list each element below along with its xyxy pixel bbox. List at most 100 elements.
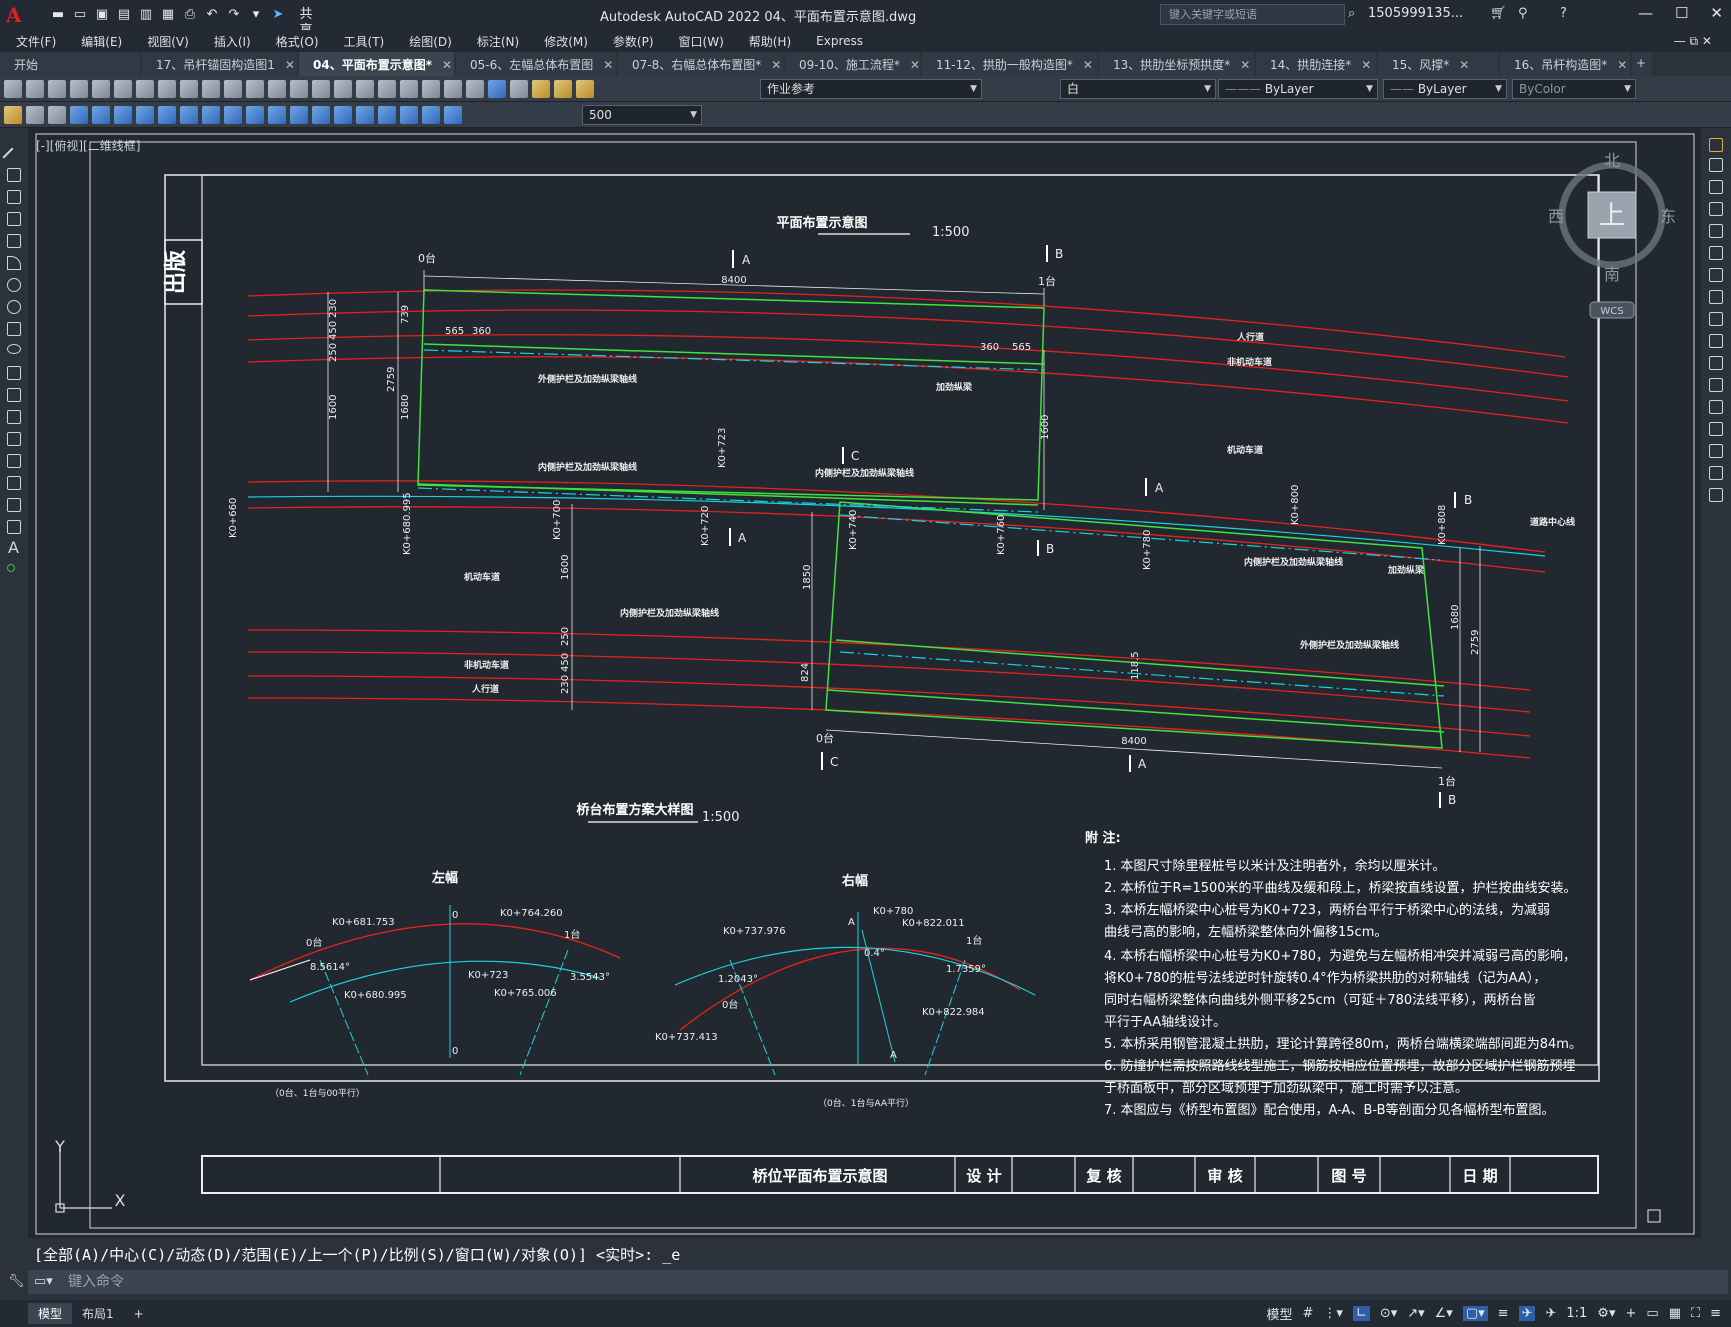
osnap-icon[interactable]: ▢▾ [1462,1306,1488,1321]
grid-icon[interactable]: # [1302,1306,1313,1321]
title-block-design: 设 计 [966,1167,1001,1185]
section-c-2: C [830,755,838,769]
left-pier-1: 1台 [564,928,580,941]
right-A-top: A [848,917,855,928]
left-detail-note: （0台、1台与00平行） [270,1087,365,1099]
note-item: 平行于AA轴线设计。 [1104,1015,1226,1030]
label-pedestrian-top: 人行道 [1236,331,1264,343]
station-800: K0+800 [1290,485,1301,525]
road-center-lines [247,480,1546,573]
ortho-icon[interactable]: ∟ [1352,1306,1370,1321]
label-inner-rail-3: 内侧护栏及加劲纵梁轴线 [815,467,914,479]
label-motor-bottom: 机动车道 [464,571,500,583]
notes-title: 附 注: [1085,830,1121,846]
dim-360b: 360 [980,342,999,353]
isolate-icon[interactable]: ▦ [1669,1306,1681,1321]
corner-grip[interactable] [1647,1209,1661,1223]
title-block-text: 桥位平面布置示意图 设 计 复 核 审 核 图 号 日 期 [752,1167,1497,1185]
section-a-4: A [1138,757,1147,771]
notes-list: 1. 本图尺寸除里程桩号以米计及注明者外，余均以厘米计。 2. 本桥位于R=15… [1104,858,1582,1118]
right-A-bottom: A [890,1050,897,1061]
ucs-icon [55,1150,112,1213]
station-723: K0+723 [717,428,728,468]
fullscreen-icon[interactable]: ⛶ [1691,1306,1700,1321]
customization-icon[interactable]: ≡ [1710,1306,1721,1321]
station-720: K0+720 [700,506,711,546]
label-inner-rail-4: 内侧护栏及加劲纵梁轴线 [620,607,719,619]
command-input[interactable]: 键入命令 [28,1270,1728,1294]
label-stiffener-1: 加劲纵梁 [935,381,973,393]
road-edge-lines-top [247,289,1569,424]
title-block-check: 复 核 [1085,1167,1121,1185]
dim-1680: 1680 [400,395,411,420]
section-b-1: B [1055,247,1063,261]
monitor-icon[interactable]: ▭ [1646,1306,1658,1321]
title-block-name: 桥位平面布置示意图 [752,1167,887,1185]
osnap-tracking-icon[interactable]: ∠▾ [1435,1306,1453,1321]
annotation-visibility-icon[interactable]: ✈ [1545,1306,1556,1321]
model-space-label[interactable]: 模型 [1266,1304,1292,1323]
left-k3: K0+723 [468,970,508,981]
station-700: K0+700 [552,500,563,540]
station-660: K0+660 [228,498,239,538]
command-history: [全部(A)/中心(C)/动态(D)/范围(E)/上一个(P)/比例(S)/窗口… [34,1246,681,1264]
label-nonmotor-top: 非机动车道 [1227,356,1272,368]
label-nonmotor-bottom: 非机动车道 [464,659,509,671]
pier-1-bottom: 1台 [1438,774,1456,788]
add-icon[interactable]: + [1625,1306,1636,1321]
dim-360: 360 [472,326,491,337]
left-k5: K0+765.006 [494,988,557,999]
annotation-scale-label[interactable]: 1:1 [1566,1306,1587,1321]
compass-north[interactable]: 北 [1604,151,1620,170]
section-a-3: A [1155,481,1164,495]
compass-south[interactable]: 南 [1604,265,1620,284]
layout-tab-layout1[interactable]: 布局1 [72,1303,124,1324]
dim-565: 565 [445,326,464,337]
workspace-gear-icon[interactable]: ⚙▾ [1597,1306,1615,1321]
lineweight-icon[interactable]: ≡ [1498,1306,1509,1321]
isodraft-icon[interactable]: ↗▾ [1407,1306,1424,1321]
stamp-text: 出版 [164,250,189,294]
plan-title: 平面布置示意图 [776,215,867,231]
label-outer-rail-2: 外侧护栏及加劲纵梁轴线 [1299,639,1399,651]
dim-230b: 230 [560,675,571,694]
status-bar: 模型 布局1 + 模型 # ⋮▾ ∟ ⊙▾ ↗▾ ∠▾ ▢▾ ≡ ✈ ✈ 1:1… [0,1300,1731,1327]
section-b-4: B [1448,793,1456,807]
note-item: 3. 本桥左幅桥梁中心桩号为K0+723，两桥台平行于桥梁中心的法线，为减弱 [1104,902,1550,918]
dim-450: 450 [328,321,339,340]
customize-icon[interactable]: 🔧︎ [8,1274,25,1289]
note-item: 2. 本桥位于R=1500米的平曲线及缓和段上，桥梁按直线设置，护栏按曲线安装。 [1104,880,1577,896]
snap-icon[interactable]: ⋮▾ [1323,1306,1343,1321]
viewcube[interactable]: 上 北 南 东 西 WCS [1548,151,1676,319]
right-k3: K0+822.011 [902,918,965,929]
left-detail-label: 左幅 [432,870,458,886]
ucs-y-label: Y [54,1137,65,1156]
left-a2: 3.5543° [570,972,610,983]
dim-2759b: 2759 [1470,630,1481,655]
dim-450b: 450 [560,653,571,672]
note-item: 6. 防撞护栏需按照路线线型施工，钢筋按相应位置预埋，故部分区域护栏钢筋预埋 [1104,1058,1576,1074]
right-bridge-outline [825,501,1445,749]
left-bridge-outline [417,289,1045,506]
polar-icon[interactable]: ⊙▾ [1380,1306,1397,1321]
dim-824: 824 [800,663,811,682]
station-780: K0+780 [1142,530,1153,570]
dim-2759: 2759 [386,367,397,392]
note-item: 于桥面板中，部分区域预埋于加劲纵梁中，施工时需予以注意。 [1104,1080,1468,1096]
recent-commands-icon[interactable]: ▭▾ [34,1274,53,1289]
dim-1600: 1600 [328,395,339,420]
detail-title: 桥台布置方案大样图 [576,802,693,818]
layout-tab-model[interactable]: 模型 [28,1303,73,1324]
transparency-icon[interactable]: ✈ [1518,1306,1536,1321]
note-item: 同时右幅桥梁整体向曲线外侧平移25cm（可延＋780法线平移），两桥台皆 [1104,992,1536,1008]
add-layout-icon[interactable]: + [124,1305,154,1323]
compass-east[interactable]: 东 [1660,207,1676,226]
right-k2: K0+780 [873,906,913,917]
pier-0-bottom: 0台 [816,731,834,745]
compass-west[interactable]: 西 [1548,207,1564,226]
dim-250: 250 [328,343,339,362]
label-inner-rail: 内侧护栏及加劲纵梁轴线 [538,461,637,473]
pier-0-top: 0台 [418,251,436,265]
left-k4: K0+680.995 [344,990,407,1001]
station-740: K0+740 [848,510,859,550]
